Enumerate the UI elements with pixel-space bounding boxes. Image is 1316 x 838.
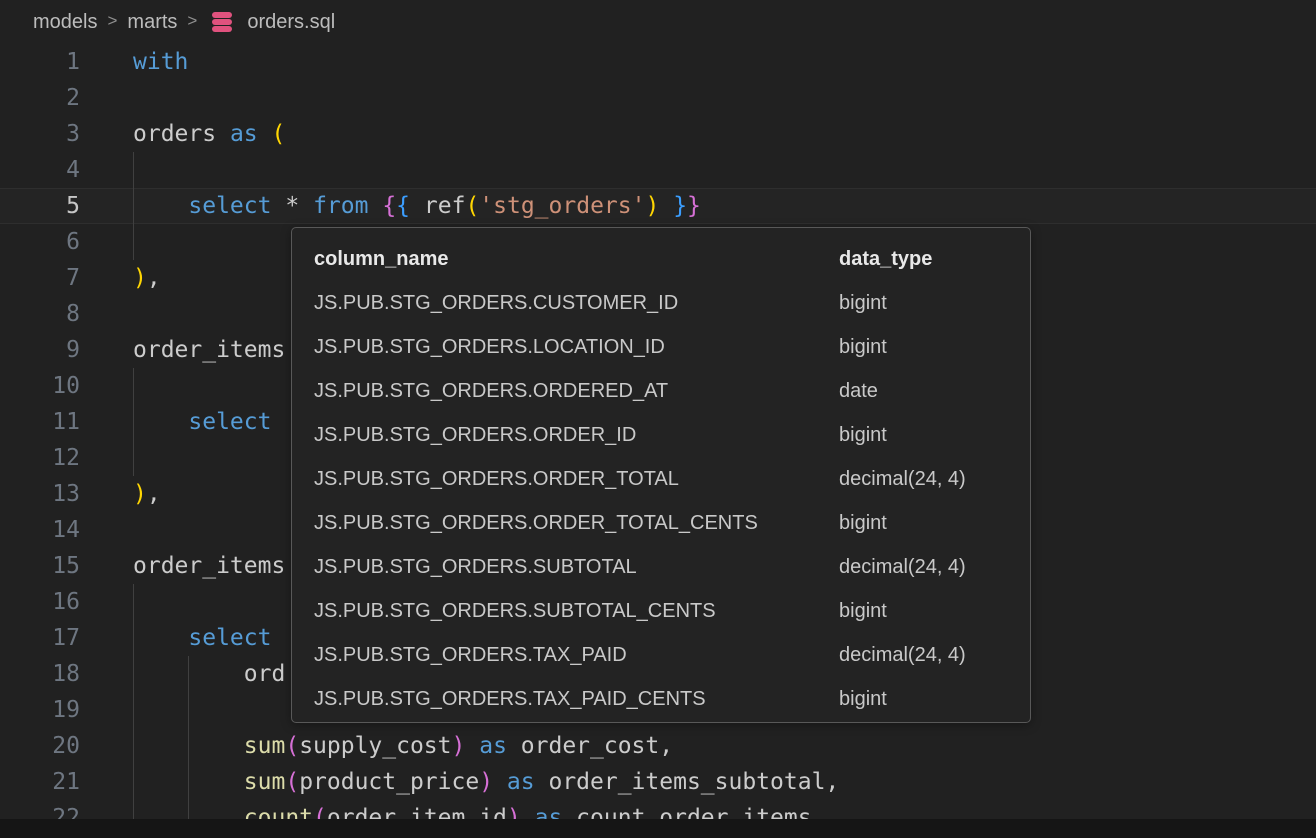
line-number: 4 xyxy=(0,152,80,188)
popup-table-row: JS.PUB.STG_ORDERS.CUSTOMER_ID bigint xyxy=(292,281,1030,325)
code-text: order_items xyxy=(133,332,285,368)
line-number: 5 xyxy=(0,188,80,224)
code-text: sum(supply_cost) as order_cost, xyxy=(133,728,673,764)
popup-cell-data-type: bigint xyxy=(839,413,887,457)
popup-table-row: JS.PUB.STG_ORDERS.LOCATION_ID bigint xyxy=(292,325,1030,369)
popup-cell-column-name: JS.PUB.STG_ORDERS.CUSTOMER_ID xyxy=(314,281,678,325)
code-line-1[interactable]: 1 with xyxy=(0,44,1316,80)
popup-table-row: JS.PUB.STG_ORDERS.SUBTOTAL_CENTS bigint xyxy=(292,589,1030,633)
line-number: 16 xyxy=(0,584,80,620)
indent-guide xyxy=(133,368,134,404)
line-number: 20 xyxy=(0,728,80,764)
popup-cell-column-name: JS.PUB.STG_ORDERS.SUBTOTAL xyxy=(314,545,637,589)
code-line-2[interactable]: 2 xyxy=(0,80,1316,116)
popup-header-column-name: column_name xyxy=(314,237,448,281)
column-info-popup: column_name data_type JS.PUB.STG_ORDERS.… xyxy=(291,227,1031,723)
line-number: 6 xyxy=(0,224,80,260)
code-text: select * from {{ ref('stg_orders') }} xyxy=(133,188,701,224)
line-number: 15 xyxy=(0,548,80,584)
popup-cell-column-name: JS.PUB.STG_ORDERS.TAX_PAID_CENTS xyxy=(314,677,706,721)
popup-table-row: JS.PUB.STG_ORDERS.TAX_PAID decimal(24, 4) xyxy=(292,633,1030,677)
popup-cell-column-name: JS.PUB.STG_ORDERS.ORDERED_AT xyxy=(314,369,668,413)
popup-cell-data-type: bigint xyxy=(839,281,887,325)
code-text: sum(product_price) as order_items_subtot… xyxy=(133,764,839,800)
popup-cell-column-name: JS.PUB.STG_ORDERS.SUBTOTAL_CENTS xyxy=(314,589,716,633)
popup-header-data-type: data_type xyxy=(839,237,932,281)
indent-guide xyxy=(133,440,134,476)
code-text: with xyxy=(133,44,188,80)
breadcrumb-file[interactable]: orders.sql xyxy=(247,11,335,34)
popup-table-row: JS.PUB.STG_ORDERS.ORDER_TOTAL decimal(24,… xyxy=(292,457,1030,501)
line-number: 21 xyxy=(0,764,80,800)
popup-cell-column-name: JS.PUB.STG_ORDERS.ORDER_TOTAL_CENTS xyxy=(314,501,758,545)
line-number: 8 xyxy=(0,296,80,332)
popup-cell-data-type: bigint xyxy=(839,589,887,633)
popup-cell-data-type: decimal(24, 4) xyxy=(839,633,966,677)
popup-cell-data-type: date xyxy=(839,369,878,413)
code-text: orders as ( xyxy=(133,116,285,152)
code-line-20[interactable]: 20 sum(supply_cost) as order_cost, xyxy=(0,728,1316,764)
popup-cell-data-type: bigint xyxy=(839,325,887,369)
line-number: 10 xyxy=(0,368,80,404)
indent-guide xyxy=(133,584,134,620)
popup-cell-data-type: bigint xyxy=(839,677,887,721)
editor-window: models > marts > orders.sql 1 with 23 order… xyxy=(0,0,1316,838)
indent-guide xyxy=(133,152,134,188)
code-text: ), xyxy=(133,260,161,296)
code-line-3[interactable]: 3 orders as ( xyxy=(0,116,1316,152)
popup-table-row: JS.PUB.STG_ORDERS.TAX_PAID_CENTS bigint xyxy=(292,677,1030,721)
breadcrumb-item-marts[interactable]: marts xyxy=(127,11,177,34)
code-text: order_items xyxy=(133,548,285,584)
popup-cell-column-name: JS.PUB.STG_ORDERS.TAX_PAID xyxy=(314,633,627,677)
line-number: 3 xyxy=(0,116,80,152)
popup-table-row: JS.PUB.STG_ORDERS.ORDERED_AT date xyxy=(292,369,1030,413)
line-number: 12 xyxy=(0,440,80,476)
popup-cell-column-name: JS.PUB.STG_ORDERS.ORDER_TOTAL xyxy=(314,457,679,501)
indent-guide xyxy=(133,224,134,260)
code-line-21[interactable]: 21 sum(product_price) as order_items_sub… xyxy=(0,764,1316,800)
code-text: ord xyxy=(133,656,285,692)
line-number: 17 xyxy=(0,620,80,656)
popup-cell-data-type: decimal(24, 4) xyxy=(839,545,966,589)
code-text: ), xyxy=(133,476,161,512)
indent-guide xyxy=(133,692,134,728)
code-text: select xyxy=(133,620,271,656)
breadcrumb: models > marts > orders.sql xyxy=(0,0,1316,44)
line-number: 13 xyxy=(0,476,80,512)
popup-cell-data-type: bigint xyxy=(839,501,887,545)
indent-guide xyxy=(188,692,189,728)
line-number: 18 xyxy=(0,656,80,692)
popup-table-row: JS.PUB.STG_ORDERS.ORDER_ID bigint xyxy=(292,413,1030,457)
code-line-4[interactable]: 4 xyxy=(0,152,1316,188)
popup-cell-data-type: decimal(24, 4) xyxy=(839,457,966,501)
line-number: 19 xyxy=(0,692,80,728)
popup-cell-column-name: JS.PUB.STG_ORDERS.ORDER_ID xyxy=(314,413,636,457)
panel-edge xyxy=(0,819,1316,838)
database-icon xyxy=(209,9,235,35)
chevron-right-icon: > xyxy=(107,11,117,31)
line-number: 11 xyxy=(0,404,80,440)
line-number: 1 xyxy=(0,44,80,80)
code-text: select xyxy=(133,404,271,440)
popup-table-row: JS.PUB.STG_ORDERS.ORDER_TOTAL_CENTS bigin… xyxy=(292,501,1030,545)
line-number: 14 xyxy=(0,512,80,548)
line-number: 9 xyxy=(0,332,80,368)
chevron-right-icon: > xyxy=(187,11,197,31)
popup-cell-column-name: JS.PUB.STG_ORDERS.LOCATION_ID xyxy=(314,325,665,369)
popup-header-row: column_name data_type xyxy=(292,237,1030,281)
popup-table-row: JS.PUB.STG_ORDERS.SUBTOTAL decimal(24, 4) xyxy=(292,545,1030,589)
line-number: 2 xyxy=(0,80,80,116)
line-number: 7 xyxy=(0,260,80,296)
popup-rows: JS.PUB.STG_ORDERS.CUSTOMER_IDbigintJS.PU… xyxy=(292,281,1030,721)
code-line-5[interactable]: 5 select * from {{ ref('stg_orders') }} xyxy=(0,188,1316,224)
breadcrumb-item-models[interactable]: models xyxy=(33,11,97,34)
